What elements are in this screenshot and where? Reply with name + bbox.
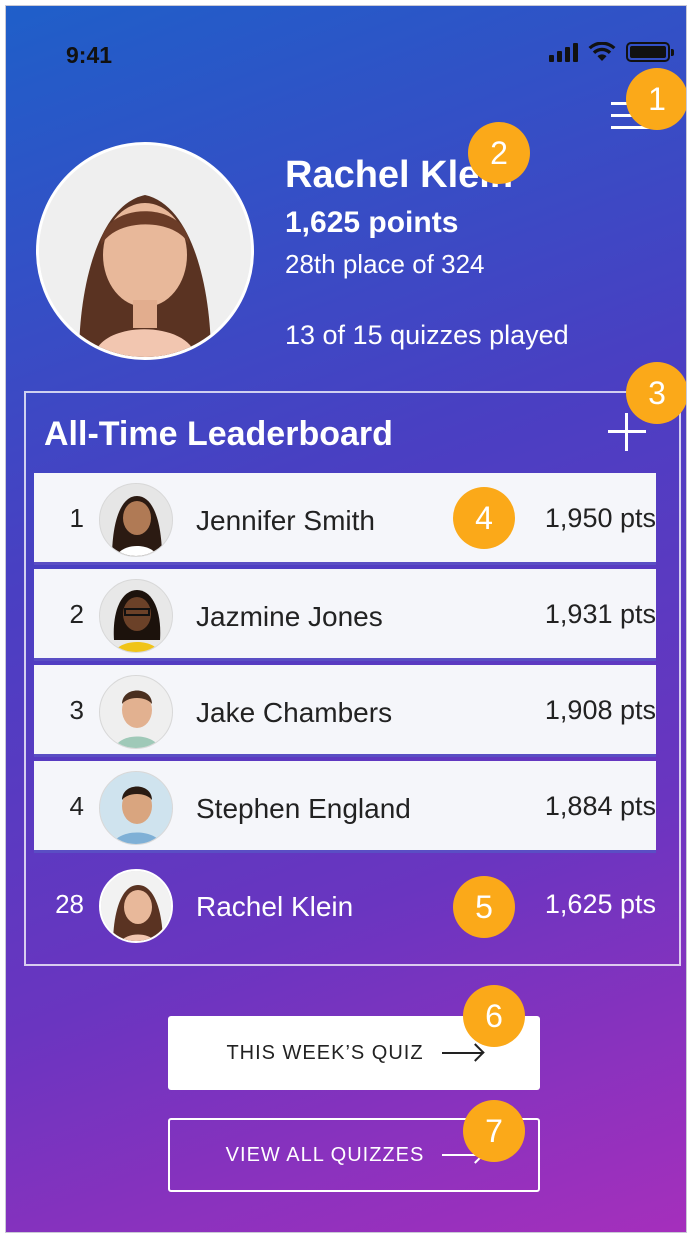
row-points: 1,908 pts	[544, 695, 656, 725]
leaderboard-title: All-Time Leaderboard	[44, 415, 393, 453]
callout-badge: 2	[468, 122, 530, 184]
row-rank: 1	[69, 503, 84, 533]
row-points: 1,931 pts	[544, 599, 656, 629]
status-icons	[549, 42, 674, 62]
row-name: Rachel Klein	[196, 891, 354, 922]
row-rank: 4	[69, 791, 84, 821]
row-points: 1,884 pts	[544, 791, 656, 821]
row-rank: 28	[55, 889, 84, 919]
leaderboard-panel: All-Time Leaderboard 1 Jennifer Smith 1,…	[24, 391, 681, 966]
callout-badge: 5	[453, 876, 515, 938]
wifi-icon	[588, 42, 616, 61]
avatar	[99, 675, 173, 749]
app-screen: 9:41 Rachel Klein 1,625 points 28th plac…	[5, 5, 687, 1233]
row-name: Jazmine Jones	[196, 601, 383, 632]
this-weeks-quiz-label: THIS WEEK’S QUIZ	[226, 1041, 424, 1064]
leaderboard-row[interactable]: 1 Jennifer Smith 1,950 pts	[34, 473, 656, 565]
row-name: Jennifer Smith	[196, 505, 375, 536]
arrow-right-icon	[441, 1052, 482, 1054]
callout-badge: 7	[463, 1100, 525, 1162]
avatar	[99, 483, 173, 557]
avatar	[99, 771, 173, 845]
status-time: 9:41	[66, 42, 113, 68]
leaderboard-row[interactable]: 2 Jazmine Jones 1,931 pts	[34, 569, 656, 661]
profile-avatar	[36, 142, 254, 360]
avatar	[99, 869, 173, 943]
callout-badge: 1	[626, 68, 686, 130]
battery-icon	[626, 42, 674, 62]
leaderboard-row-self[interactable]: 28 Rachel Klein 1,625 pts	[34, 859, 656, 951]
view-all-quizzes-label: VIEW ALL QUIZZES	[225, 1143, 425, 1166]
row-name: Stephen England	[196, 793, 411, 824]
profile-points: 1,625 points	[285, 206, 459, 239]
row-rank: 2	[69, 599, 84, 629]
row-name: Jake Chambers	[196, 697, 393, 728]
callout-badge: 6	[463, 985, 525, 1047]
profile-rank: 28th place of 324	[285, 249, 485, 279]
avatar	[99, 579, 173, 653]
leaderboard-row[interactable]: 4 Stephen England 1,884 pts	[34, 761, 656, 853]
row-rank: 3	[69, 695, 84, 725]
callout-badge: 4	[453, 487, 515, 549]
leaderboard-row[interactable]: 3 Jake Chambers 1,908 pts	[34, 665, 656, 757]
profile-quizzes-played: 13 of 15 quizzes played	[285, 320, 569, 350]
signal-icon	[549, 42, 578, 62]
callout-badge: 3	[626, 362, 686, 424]
